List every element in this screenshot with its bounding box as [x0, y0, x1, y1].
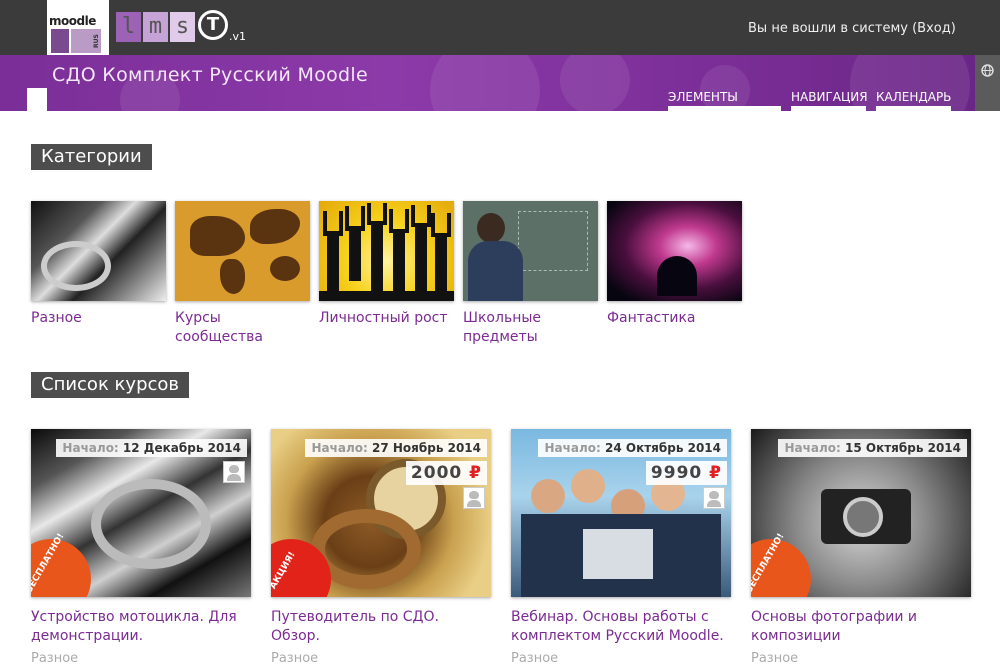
- course-image-webinar[interactable]: Начало: 24 Октябрь 2014 9990 ₽: [511, 429, 731, 597]
- start-date-value: 24 Октябрь 2014: [604, 441, 721, 455]
- course-card[interactable]: Начало: 12 Декабрь 2014 БЕСПЛАТНО! Устро…: [31, 429, 251, 666]
- teacher-avatar-icon[interactable]: [463, 487, 485, 509]
- decor-continent: [270, 256, 300, 281]
- free-ribbon: БЕСПЛАТНО!: [751, 532, 811, 597]
- logo-t-circle: T: [198, 10, 228, 40]
- category-image-people-jumping[interactable]: [319, 201, 454, 301]
- decor-horsehead: [657, 256, 697, 296]
- start-label: Начало:: [62, 441, 119, 455]
- course-title[interactable]: Путеводитель по СДО. Обзор.: [271, 608, 491, 646]
- category-image-world-map[interactable]: [175, 201, 310, 301]
- start-date-value: 15 Октябрь 2014: [844, 441, 961, 455]
- course-price: 2000 ₽: [405, 461, 487, 485]
- category-tile[interactable]: Разное: [31, 201, 166, 328]
- decor-laptop: [583, 529, 653, 579]
- course-title[interactable]: Основы фотографии и композиции: [751, 608, 971, 646]
- logo-letter-l: l: [116, 12, 141, 42]
- decor-continent: [220, 259, 245, 294]
- price-value: 9990: [650, 463, 703, 483]
- course-image-photographer[interactable]: Начало: 15 Октябрь 2014 БЕСПЛАТНО!: [751, 429, 971, 597]
- decor-chrome: [41, 241, 111, 291]
- moodle-logo: moodle RUS: [47, 0, 109, 55]
- category-tile[interactable]: Фантастика: [607, 201, 742, 328]
- categories-heading: Категории: [31, 144, 152, 170]
- course-category[interactable]: Разное: [271, 651, 491, 666]
- logo-letter-s: s: [170, 12, 195, 42]
- teacher-avatar-icon[interactable]: [703, 487, 725, 509]
- course-category[interactable]: Разное: [31, 651, 251, 666]
- top-bar: moodle RUS l m s T .v1 Вы не вошли в сис…: [0, 0, 1000, 55]
- course-card[interactable]: Начало: 15 Октябрь 2014 БЕСПЛАТНО! Основ…: [751, 429, 971, 666]
- ruble-icon: ₽: [709, 463, 722, 483]
- ruble-icon: ₽: [469, 463, 482, 483]
- course-start-date: Начало: 12 Декабрь 2014: [56, 439, 247, 457]
- course-start-date: Начало: 24 Октябрь 2014: [538, 439, 727, 457]
- moodle-logo-text: moodle: [49, 14, 96, 28]
- teacher-avatar-icon[interactable]: [223, 461, 245, 483]
- banner-notch: [27, 88, 47, 111]
- globe-icon[interactable]: [975, 58, 1000, 88]
- category-tile[interactable]: Курсы сообщества: [175, 201, 310, 347]
- decor-boy-body: [468, 241, 523, 301]
- course-category[interactable]: Разное: [511, 651, 731, 666]
- logo-version: .v1: [229, 30, 247, 43]
- course-title[interactable]: Вебинар. Основы работы с комплектом Русс…: [511, 608, 731, 646]
- category-label[interactable]: Личностный рост: [319, 309, 454, 328]
- nav-tab-calendar[interactable]: КАЛЕНДАРЬ: [876, 88, 951, 111]
- category-label[interactable]: Курсы сообщества: [175, 309, 310, 347]
- logo-block: [51, 29, 69, 53]
- decor-continent: [190, 216, 245, 256]
- course-card[interactable]: Начало: 24 Октябрь 2014 9990 ₽ Вебинар. …: [511, 429, 731, 666]
- decor-chrome: [91, 479, 211, 569]
- decor-continent: [250, 209, 300, 244]
- decor-face: [531, 479, 565, 513]
- banner-bubble: [430, 55, 540, 111]
- decor-boy-head: [477, 213, 505, 243]
- site-logo[interactable]: moodle RUS l m s T .v1: [47, 0, 257, 55]
- ribbon-text: АКЦИЯ!: [271, 550, 298, 591]
- course-category[interactable]: Разное: [751, 651, 971, 666]
- start-label: Начало:: [311, 441, 368, 455]
- decor-face: [571, 469, 605, 503]
- courses-heading: Список курсов: [31, 372, 190, 398]
- ribbon-text: БЕСПЛАТНО!: [31, 531, 67, 595]
- decor-silhouettes: [319, 203, 454, 301]
- start-label: Начало:: [544, 441, 601, 455]
- nav-tab-navigation[interactable]: НАВИГАЦИЯ: [791, 88, 868, 111]
- category-image-blackboard[interactable]: [463, 201, 598, 301]
- category-image-nebula[interactable]: [607, 201, 742, 301]
- decor-chalk: [518, 211, 588, 271]
- login-link[interactable]: Вы не вошли в систему (Вход): [748, 21, 956, 36]
- logo-letter-m: m: [143, 12, 168, 42]
- category-image-motorcycle[interactable]: [31, 201, 166, 301]
- site-title[interactable]: СДО Комплект Русский Moodle: [52, 64, 368, 86]
- category-tile[interactable]: Личностный рост: [319, 201, 454, 328]
- start-label: Начало:: [784, 441, 841, 455]
- decor-lens: [843, 497, 883, 537]
- price-value: 2000: [410, 463, 463, 483]
- ribbon-text: БЕСПЛАТНО!: [751, 531, 787, 595]
- nav-tab-course-elements[interactable]: ЭЛЕМЕНТЫ КУРСА: [668, 88, 781, 122]
- banner-bubble: [560, 55, 630, 111]
- course-start-date: Начало: 27 Ноябрь 2014: [305, 439, 487, 457]
- course-title[interactable]: Устройство мотоцикла. Для демонстрации.: [31, 608, 251, 646]
- start-date-value: 12 Декабрь 2014: [122, 441, 241, 455]
- category-label[interactable]: Фантастика: [607, 309, 742, 328]
- category-label[interactable]: Разное: [31, 309, 166, 328]
- category-label[interactable]: Школьные предметы: [463, 309, 598, 347]
- course-image-motorcycle[interactable]: Начало: 12 Декабрь 2014 БЕСПЛАТНО!: [31, 429, 251, 597]
- start-date-value: 27 Ноябрь 2014: [371, 441, 481, 455]
- course-start-date: Начало: 15 Октябрь 2014: [778, 439, 967, 457]
- category-tile[interactable]: Школьные предметы: [463, 201, 598, 347]
- course-price: 9990 ₽: [645, 461, 727, 485]
- course-image-compass[interactable]: Начало: 27 Ноябрь 2014 2000 ₽ АКЦИЯ!: [271, 429, 491, 597]
- logo-rus-text: RUS: [93, 34, 100, 48]
- course-card[interactable]: Начало: 27 Ноябрь 2014 2000 ₽ АКЦИЯ! Пут…: [271, 429, 491, 666]
- free-ribbon: БЕСПЛАТНО!: [31, 532, 91, 597]
